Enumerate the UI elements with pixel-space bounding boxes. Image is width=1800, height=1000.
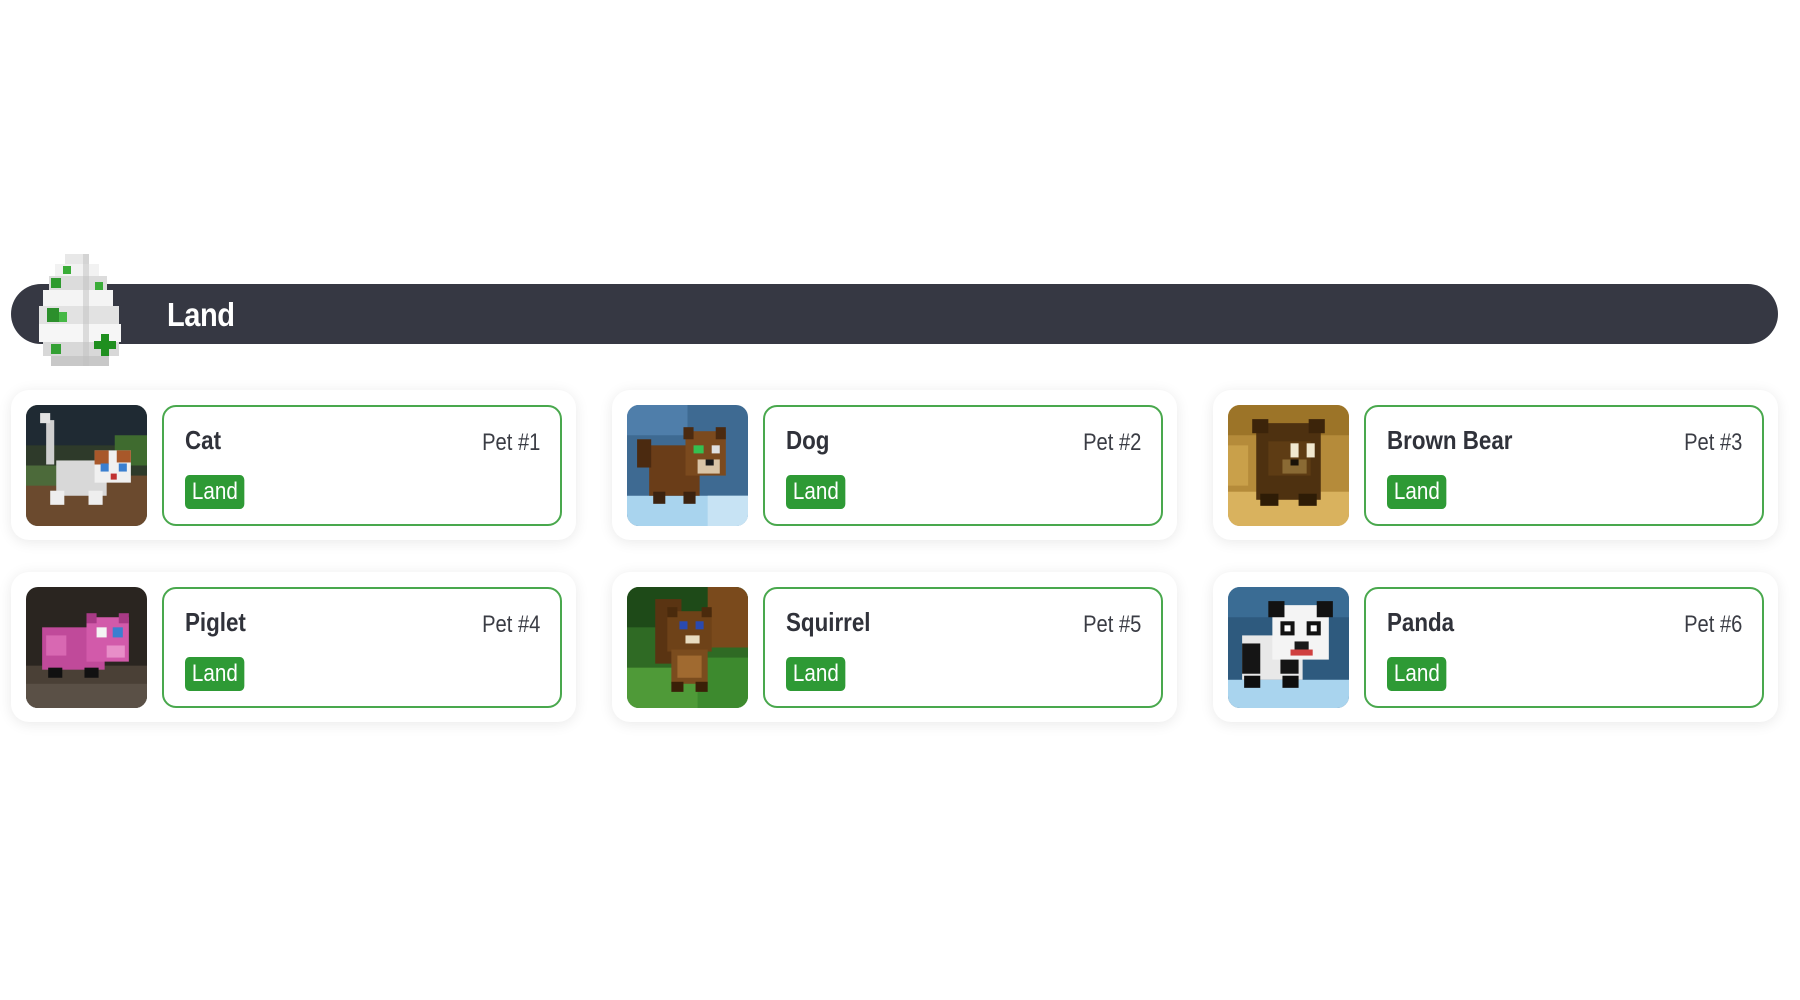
- brown-bear-image: [1228, 405, 1349, 526]
- pet-card-piglet[interactable]: Piglet Pet #4 Land: [11, 572, 576, 722]
- pet-name: Panda: [1387, 607, 1455, 637]
- pet-number: Pet #5: [1082, 611, 1141, 638]
- pet-card-dog[interactable]: Dog Pet #2 Land: [612, 390, 1177, 540]
- habitat-badge: Land: [185, 657, 245, 691]
- pet-number: Pet #6: [1683, 611, 1742, 638]
- pet-card-squirrel[interactable]: Squirrel Pet #5 Land: [612, 572, 1177, 722]
- land-egg-icon: [37, 252, 135, 370]
- pet-number: Pet #4: [481, 611, 540, 638]
- pet-number: Pet #1: [481, 429, 540, 456]
- habitat-badge: Land: [786, 475, 846, 509]
- cat-image: [26, 405, 147, 526]
- pet-card-cat[interactable]: Cat Pet #1 Land: [11, 390, 576, 540]
- pet-card-brown-bear[interactable]: Brown Bear Pet #3 Land: [1213, 390, 1778, 540]
- pet-info-panel: Brown Bear Pet #3 Land: [1364, 405, 1764, 526]
- pet-number: Pet #2: [1082, 429, 1141, 456]
- habitat-badge: Land: [185, 475, 245, 509]
- pet-grid: Cat Pet #1 Land Dog Pet #2 Land Brown Be…: [11, 390, 1778, 722]
- pet-name: Dog: [786, 425, 830, 455]
- pet-info-panel: Cat Pet #1 Land: [162, 405, 562, 526]
- habitat-badge: Land: [1387, 657, 1447, 691]
- panda-image: [1228, 587, 1349, 708]
- pet-info-panel: Dog Pet #2 Land: [763, 405, 1163, 526]
- pet-name: Squirrel: [786, 607, 871, 637]
- habitat-badge: Land: [1387, 475, 1447, 509]
- pet-number: Pet #3: [1683, 429, 1742, 456]
- pet-card-panda[interactable]: Panda Pet #6 Land: [1213, 572, 1778, 722]
- pet-info-panel: Piglet Pet #4 Land: [162, 587, 562, 708]
- squirrel-image: [627, 587, 748, 708]
- pet-name: Piglet: [185, 607, 246, 637]
- section-title: Land: [167, 296, 235, 333]
- pet-info-panel: Squirrel Pet #5 Land: [763, 587, 1163, 708]
- habitat-badge: Land: [786, 657, 846, 691]
- pet-info-panel: Panda Pet #6 Land: [1364, 587, 1764, 708]
- pet-name: Brown Bear: [1387, 425, 1513, 455]
- dog-image: [627, 405, 748, 526]
- section-header-land: Land: [11, 284, 1778, 344]
- piglet-image: [26, 587, 147, 708]
- pet-name: Cat: [185, 425, 222, 455]
